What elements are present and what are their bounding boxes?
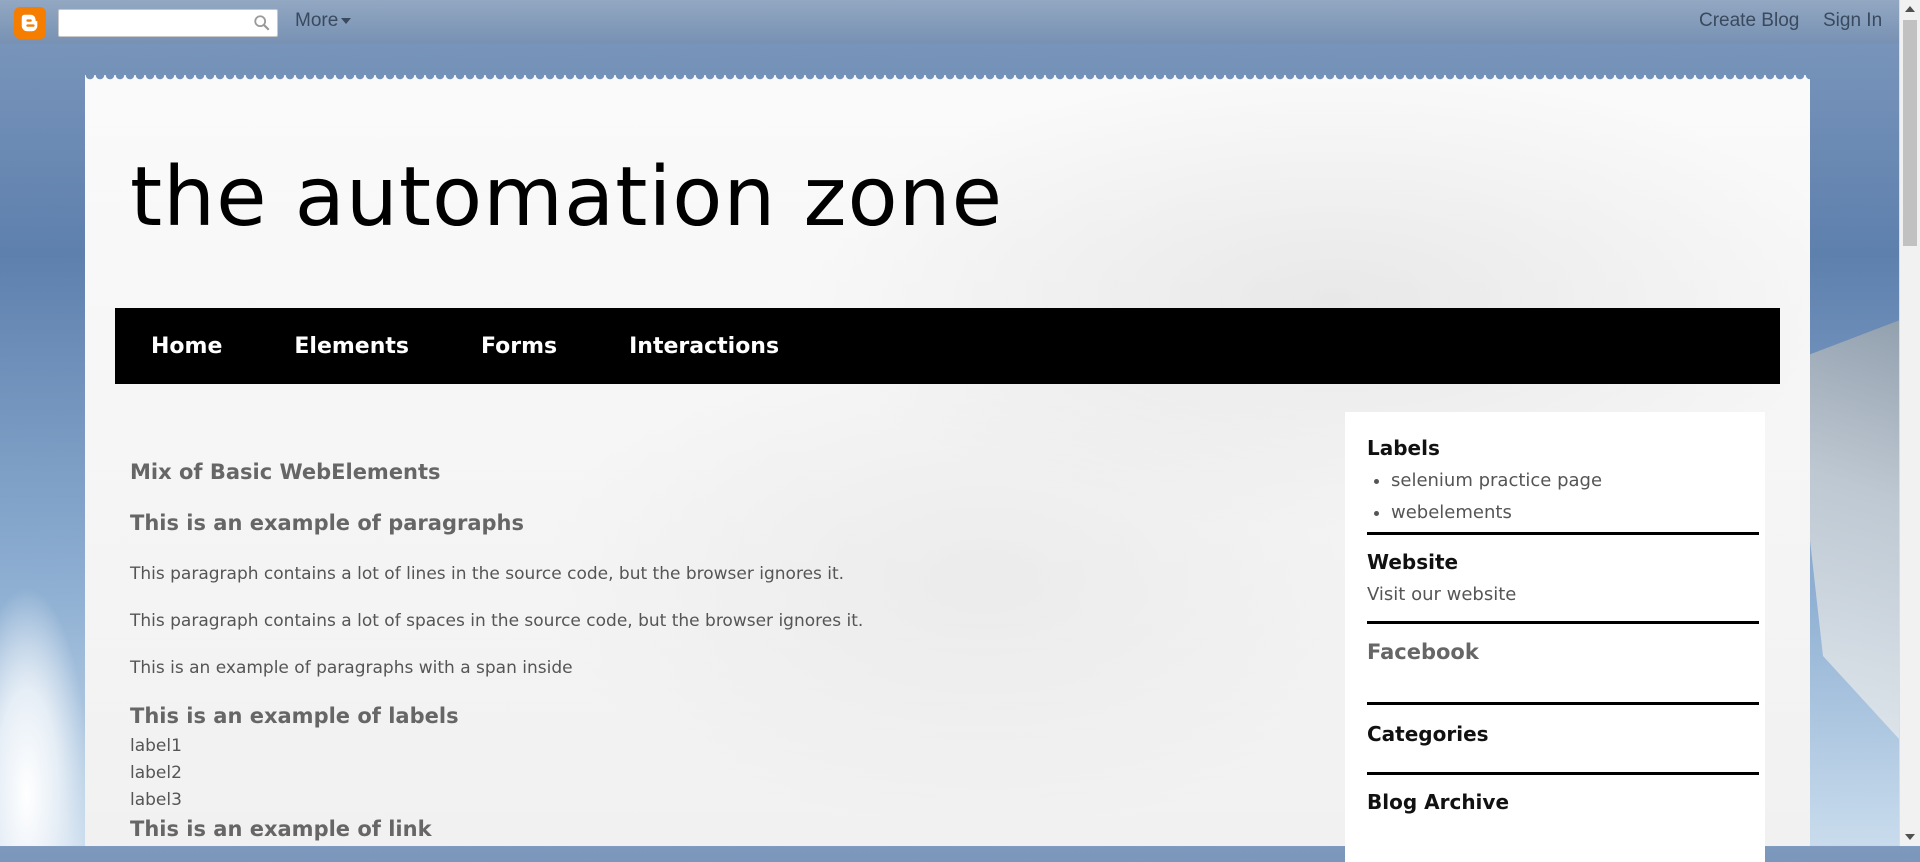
- post-heading-mix: Mix of Basic WebElements: [130, 460, 441, 484]
- sidebar-facebook-title: Facebook: [1367, 640, 1479, 664]
- paragraph-lines: This paragraph contains a lot of lines i…: [130, 564, 845, 584]
- top-navbar: More Create Blog Sign In: [0, 0, 1900, 44]
- page-scrollbar[interactable]: [1899, 0, 1920, 846]
- blog-title[interactable]: the automation zone: [130, 150, 1003, 245]
- tab-home[interactable]: Home: [115, 334, 258, 359]
- blogger-b-icon: [21, 14, 38, 32]
- sidebar-website-title: Website: [1367, 550, 1459, 574]
- heading-link: This is an example of link: [130, 817, 432, 841]
- sidebar-divider: [1367, 772, 1759, 775]
- label-3: label3: [130, 790, 182, 810]
- search-box: [58, 9, 278, 37]
- page-tabs: Home Elements Forms Interactions: [115, 308, 1780, 384]
- search-input[interactable]: [65, 12, 249, 36]
- background-clouds: [0, 586, 90, 846]
- label-2: label2: [130, 763, 182, 783]
- more-dropdown-button[interactable]: More: [295, 10, 352, 32]
- visit-website-link[interactable]: Visit our website: [1367, 584, 1516, 605]
- label-link-webelements[interactable]: webelements: [1391, 502, 1602, 523]
- blog-page: the automation zone Home Elements Forms …: [85, 75, 1810, 862]
- heading-labels: This is an example of labels: [130, 704, 459, 728]
- label-link-selenium[interactable]: selenium practice page: [1391, 470, 1602, 491]
- blogger-logo-icon[interactable]: [14, 7, 46, 39]
- tab-interactions[interactable]: Interactions: [593, 334, 815, 359]
- heading-paragraphs: This is an example of paragraphs: [130, 511, 524, 535]
- tab-forms[interactable]: Forms: [445, 334, 593, 359]
- sidebar-divider: [1367, 621, 1759, 624]
- tab-elements[interactable]: Elements: [258, 334, 445, 359]
- scroll-up-arrow-icon[interactable]: [1905, 6, 1915, 12]
- paragraph-span: This is an example of paragraphs with a …: [130, 658, 573, 678]
- sign-in-link[interactable]: Sign In: [1823, 10, 1882, 32]
- scrollbar-thumb[interactable]: [1903, 20, 1917, 246]
- sidebar: Labels selenium practice page webelement…: [1345, 412, 1765, 862]
- search-icon[interactable]: [253, 14, 271, 32]
- chevron-down-icon: [341, 17, 352, 24]
- label-1: label1: [130, 736, 182, 756]
- sidebar-divider: [1367, 702, 1759, 705]
- sidebar-divider: [1367, 532, 1759, 535]
- labels-list: selenium practice page webelements: [1367, 470, 1602, 534]
- scroll-down-arrow-icon[interactable]: [1905, 834, 1915, 840]
- paragraph-spaces: This paragraph contains a lot of spaces …: [130, 611, 864, 631]
- sidebar-categories-title: Categories: [1367, 722, 1489, 746]
- create-blog-link[interactable]: Create Blog: [1699, 10, 1799, 32]
- sidebar-labels-title: Labels: [1367, 436, 1440, 460]
- sidebar-archive-title: Blog Archive: [1367, 790, 1510, 814]
- more-label: More: [295, 10, 339, 31]
